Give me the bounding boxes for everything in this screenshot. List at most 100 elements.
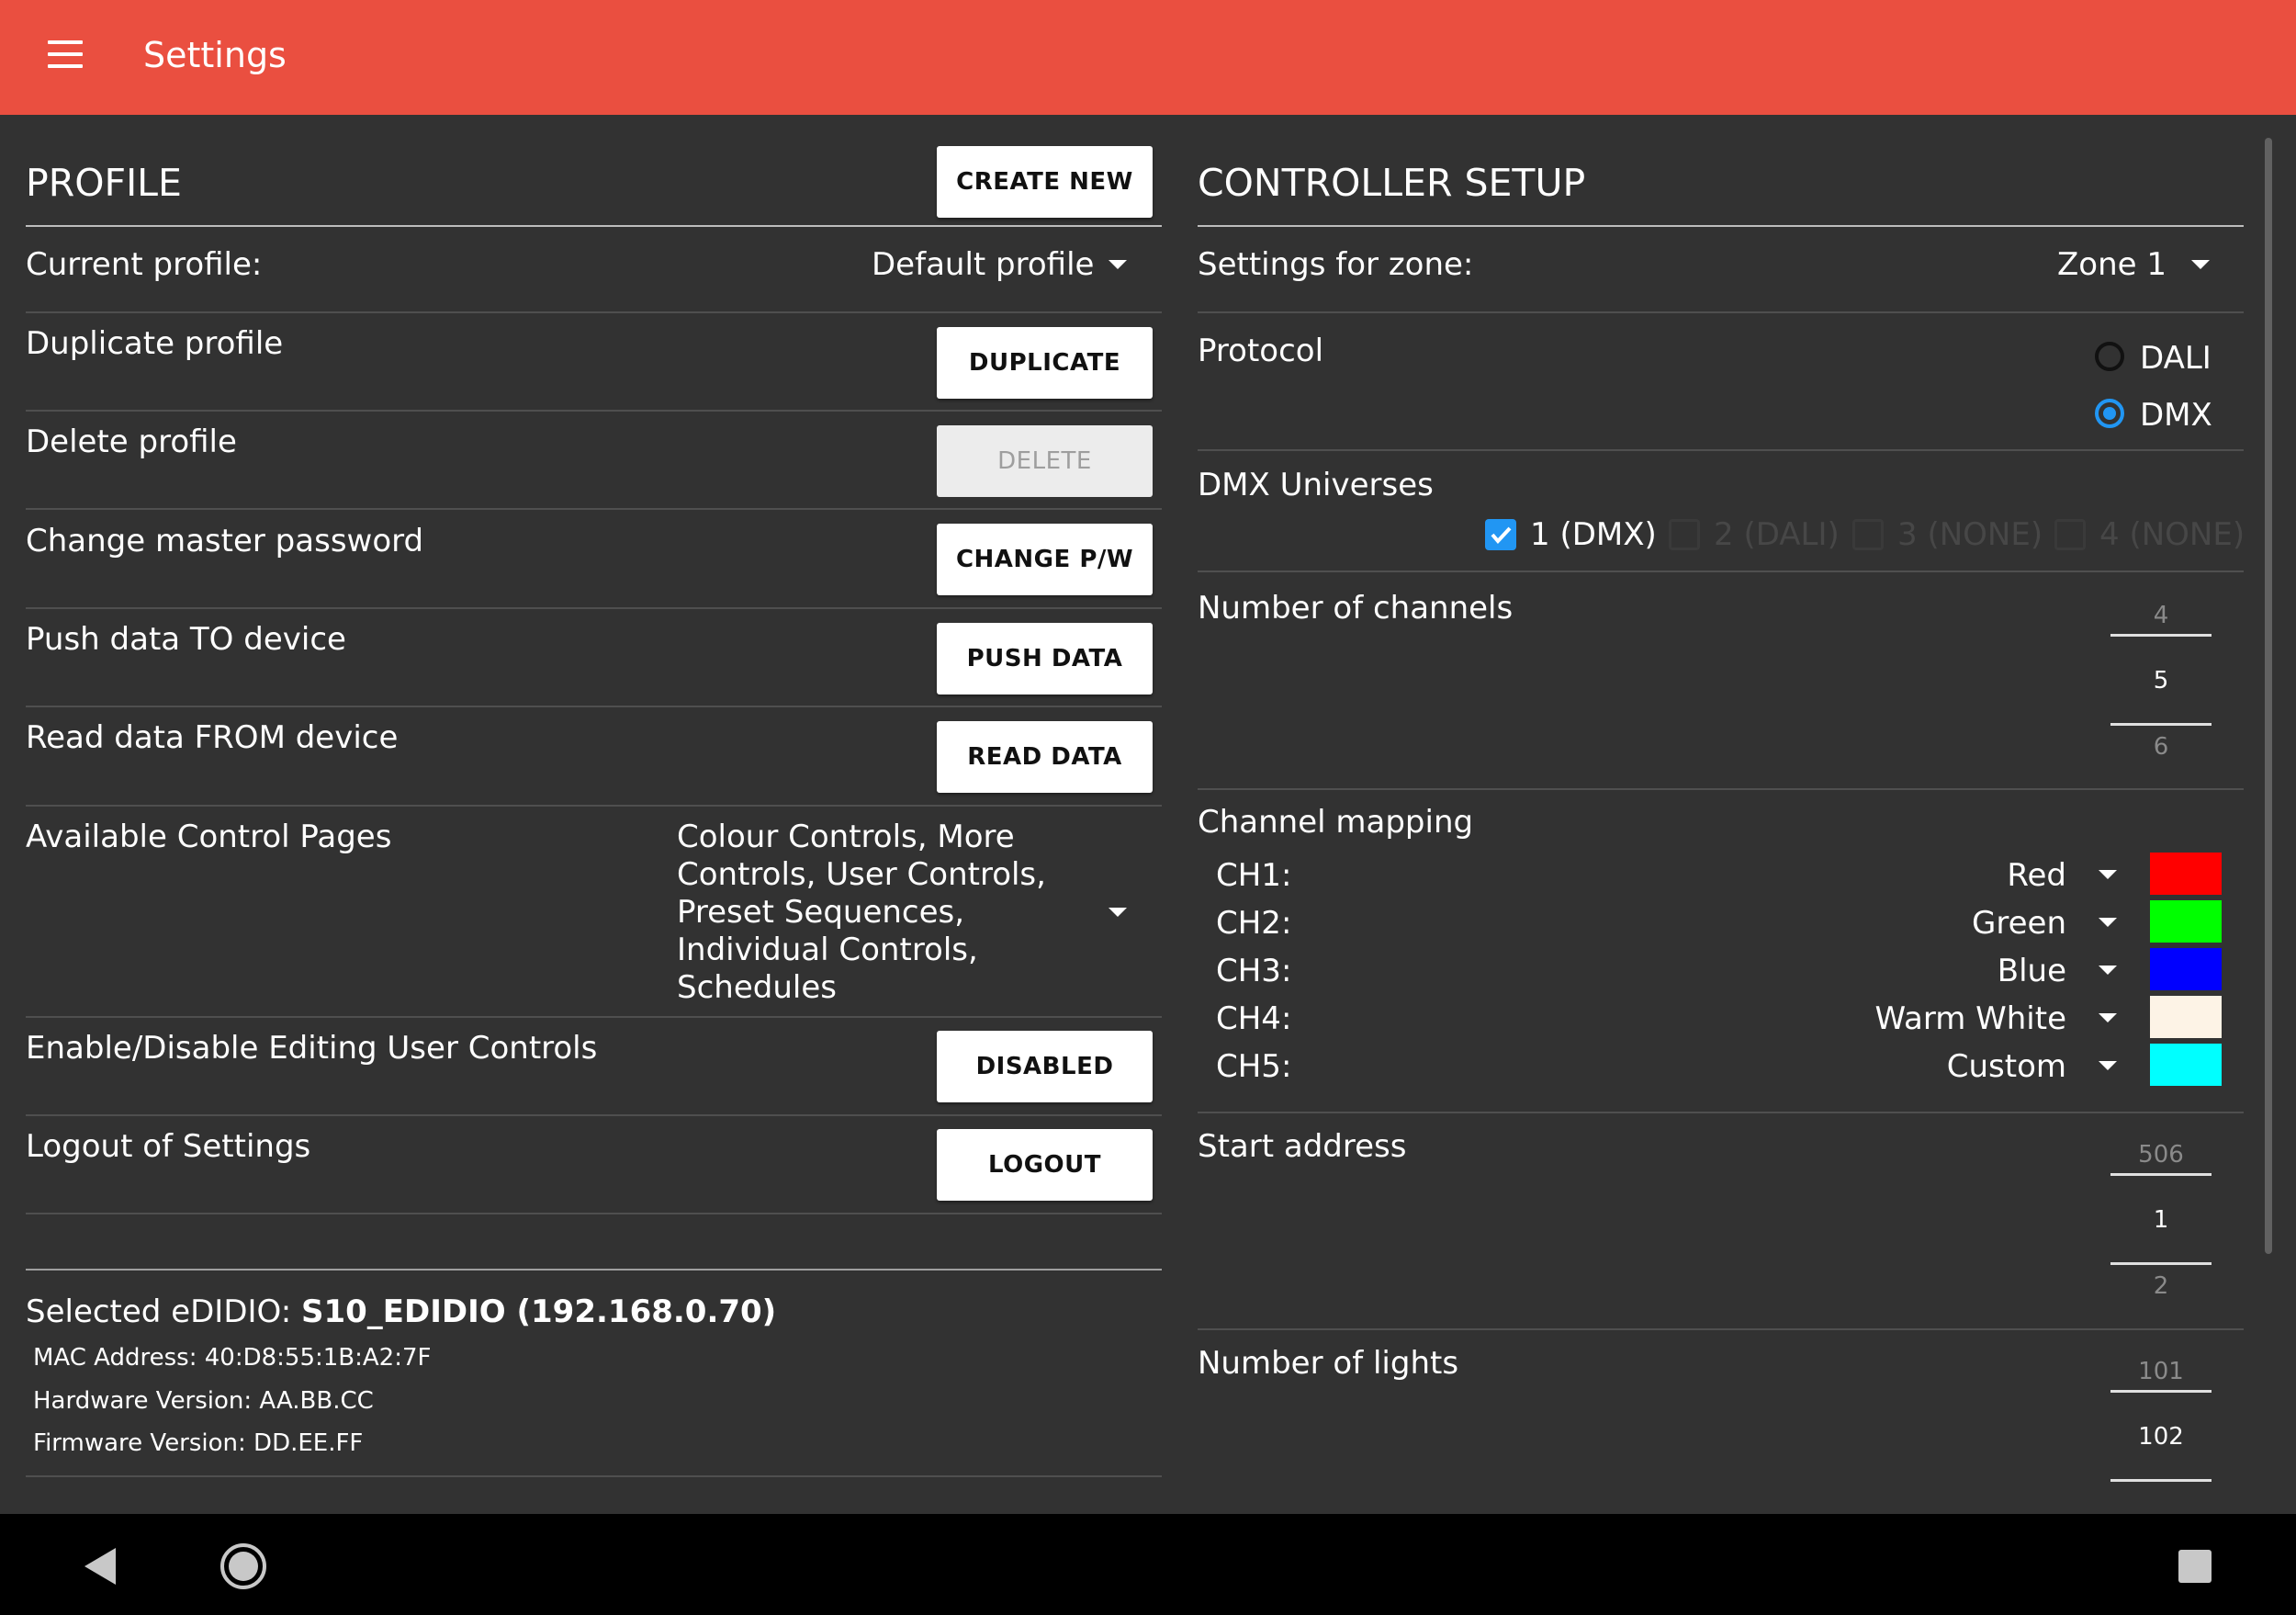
selected-device-prefix: Selected eDIDIO: (26, 1293, 301, 1330)
start-address-picker-prev[interactable]: 506 (2110, 1141, 2212, 1169)
ch4-color-swatch[interactable] (2150, 996, 2222, 1038)
ch1-chevron-down-icon[interactable] (2099, 870, 2117, 879)
mac-address: MAC Address: 40:D8:55:1B:A2:7F (33, 1344, 432, 1372)
protocol-dmx-radio[interactable] (2095, 399, 2124, 428)
current-profile-chevron-down-icon[interactable] (1109, 260, 1127, 269)
divider (26, 1114, 1162, 1116)
profile-divider (26, 225, 1162, 227)
ch2-color-swatch[interactable] (2150, 900, 2222, 943)
device-divider (26, 1269, 1162, 1271)
ch3-chevron-down-icon[interactable] (2099, 966, 2117, 975)
ch4-dropdown[interactable]: Warm White (1745, 1000, 2066, 1037)
channel-mapping-label: Channel mapping (1198, 804, 1474, 841)
ch1-dropdown[interactable]: Red (1745, 857, 2066, 894)
edit-user-controls-toggle-button[interactable]: DISABLED (937, 1031, 1153, 1102)
logout-label: Logout of Settings (26, 1128, 311, 1165)
universe-2-label: 2 (DALI) (1714, 516, 1840, 553)
divider (1198, 449, 2244, 451)
universe-2-checkbox[interactable] (1669, 519, 1700, 550)
protocol-dmx-label: DMX (2140, 397, 2212, 434)
ch3-dropdown[interactable]: Blue (1745, 953, 2066, 989)
zone-dropdown[interactable]: Zone 1 (2057, 246, 2167, 283)
home-icon[interactable] (220, 1543, 266, 1589)
ch2-chevron-down-icon[interactable] (2099, 918, 2117, 927)
recents-icon[interactable] (2178, 1550, 2212, 1583)
ch2-dropdown[interactable]: Green (1745, 905, 2066, 942)
picker-divider (2110, 1390, 2212, 1393)
firmware-version: Firmware Version: DD.EE.FF (33, 1429, 364, 1457)
controller-setup-title: CONTROLLER SETUP (1198, 161, 1586, 205)
create-new-button[interactable]: CREATE NEW (937, 146, 1153, 218)
picker-divider (2110, 1173, 2212, 1176)
edit-user-controls-label: Enable/Disable Editing User Controls (26, 1030, 598, 1067)
channels-picker-prev[interactable]: 4 (2110, 602, 2212, 629)
lights-label: Number of lights (1198, 1345, 1459, 1382)
universe-1-checkbox[interactable] (1485, 519, 1516, 550)
control-pages-line: Controls, User Controls, (677, 856, 1046, 893)
ch5-chevron-down-icon[interactable] (2099, 1061, 2117, 1070)
protocol-dali-label: DALI (2140, 340, 2212, 377)
divider (1198, 1112, 2244, 1113)
channels-picker-next[interactable]: 6 (2110, 733, 2212, 761)
start-address-number-picker[interactable]: 506 1 2 (2106, 1136, 2216, 1302)
zone-chevron-down-icon[interactable] (2191, 260, 2210, 269)
ch5-label: CH5: (1216, 1048, 1292, 1085)
divider (1198, 570, 2244, 572)
control-pages-line: Individual Controls, (677, 932, 978, 968)
start-address-picker-current[interactable]: 1 (2110, 1206, 2212, 1234)
divider (26, 1475, 1162, 1477)
current-profile-dropdown[interactable]: Default profile (872, 246, 1094, 283)
ch1-label: CH1: (1216, 857, 1292, 894)
divider (1198, 1328, 2244, 1330)
control-pages-line: Preset Sequences, (677, 894, 965, 931)
start-address-picker-next[interactable]: 2 (2110, 1272, 2212, 1300)
picker-divider (2110, 1262, 2212, 1265)
divider (1198, 788, 2244, 790)
app-bar: Settings (0, 0, 2296, 115)
ch2-label: CH2: (1216, 905, 1292, 942)
picker-divider (2110, 1479, 2212, 1482)
control-pages-dropdown[interactable]: Colour Controls, More Controls, User Con… (677, 819, 1046, 1007)
control-pages-line: Schedules (677, 969, 837, 1006)
ch4-chevron-down-icon[interactable] (2099, 1013, 2117, 1022)
selected-device-name: S10_EDIDIO (192.168.0.70) (300, 1293, 777, 1330)
logout-button[interactable]: LOGOUT (937, 1129, 1153, 1201)
delete-button[interactable]: DELETE (937, 425, 1153, 497)
universe-4-label: 4 (NONE) (2099, 516, 2245, 553)
checkmark-icon (1491, 526, 1512, 545)
universe-3-checkbox[interactable] (1852, 519, 1884, 550)
change-password-label: Change master password (26, 523, 424, 559)
universe-4-checkbox[interactable] (2054, 519, 2086, 550)
channels-picker-current[interactable]: 5 (2110, 667, 2212, 695)
lights-picker-prev[interactable]: 101 (2110, 1358, 2212, 1385)
change-password-button[interactable]: CHANGE P/W (937, 524, 1153, 595)
ch1-color-swatch[interactable] (2150, 853, 2222, 895)
divider (26, 1213, 1162, 1214)
read-data-button[interactable]: READ DATA (937, 721, 1153, 793)
ch5-color-swatch[interactable] (2150, 1044, 2222, 1086)
control-pages-line: Colour Controls, More (677, 819, 1015, 855)
protocol-dali-radio[interactable] (2095, 342, 2124, 371)
zone-label: Settings for zone: (1198, 246, 1474, 283)
lights-picker-current[interactable]: 102 (2110, 1423, 2212, 1451)
channels-number-picker[interactable]: 4 5 6 (2106, 597, 2216, 762)
duplicate-button[interactable]: DUPLICATE (937, 327, 1153, 399)
ch4-label: CH4: (1216, 1000, 1292, 1037)
app-title: Settings (143, 35, 287, 75)
ch3-label: CH3: (1216, 953, 1292, 989)
scrollbar[interactable] (2265, 138, 2272, 1254)
control-pages-chevron-down-icon[interactable] (1109, 908, 1127, 917)
universe-1-label: 1 (DMX) (1530, 516, 1657, 553)
back-icon[interactable] (84, 1548, 116, 1585)
hamburger-menu-icon[interactable] (48, 40, 83, 68)
ch3-color-swatch[interactable] (2150, 948, 2222, 990)
current-profile-label: Current profile: (26, 246, 263, 283)
lights-number-picker[interactable]: 101 102 (2106, 1353, 2216, 1491)
push-data-label: Push data TO device (26, 621, 346, 658)
delete-profile-label: Delete profile (26, 424, 237, 460)
ch5-dropdown[interactable]: Custom (1745, 1048, 2066, 1085)
read-data-label: Read data FROM device (26, 719, 399, 756)
push-data-button[interactable]: PUSH DATA (937, 623, 1153, 695)
control-pages-label: Available Control Pages (26, 819, 392, 855)
duplicate-profile-label: Duplicate profile (26, 325, 284, 362)
